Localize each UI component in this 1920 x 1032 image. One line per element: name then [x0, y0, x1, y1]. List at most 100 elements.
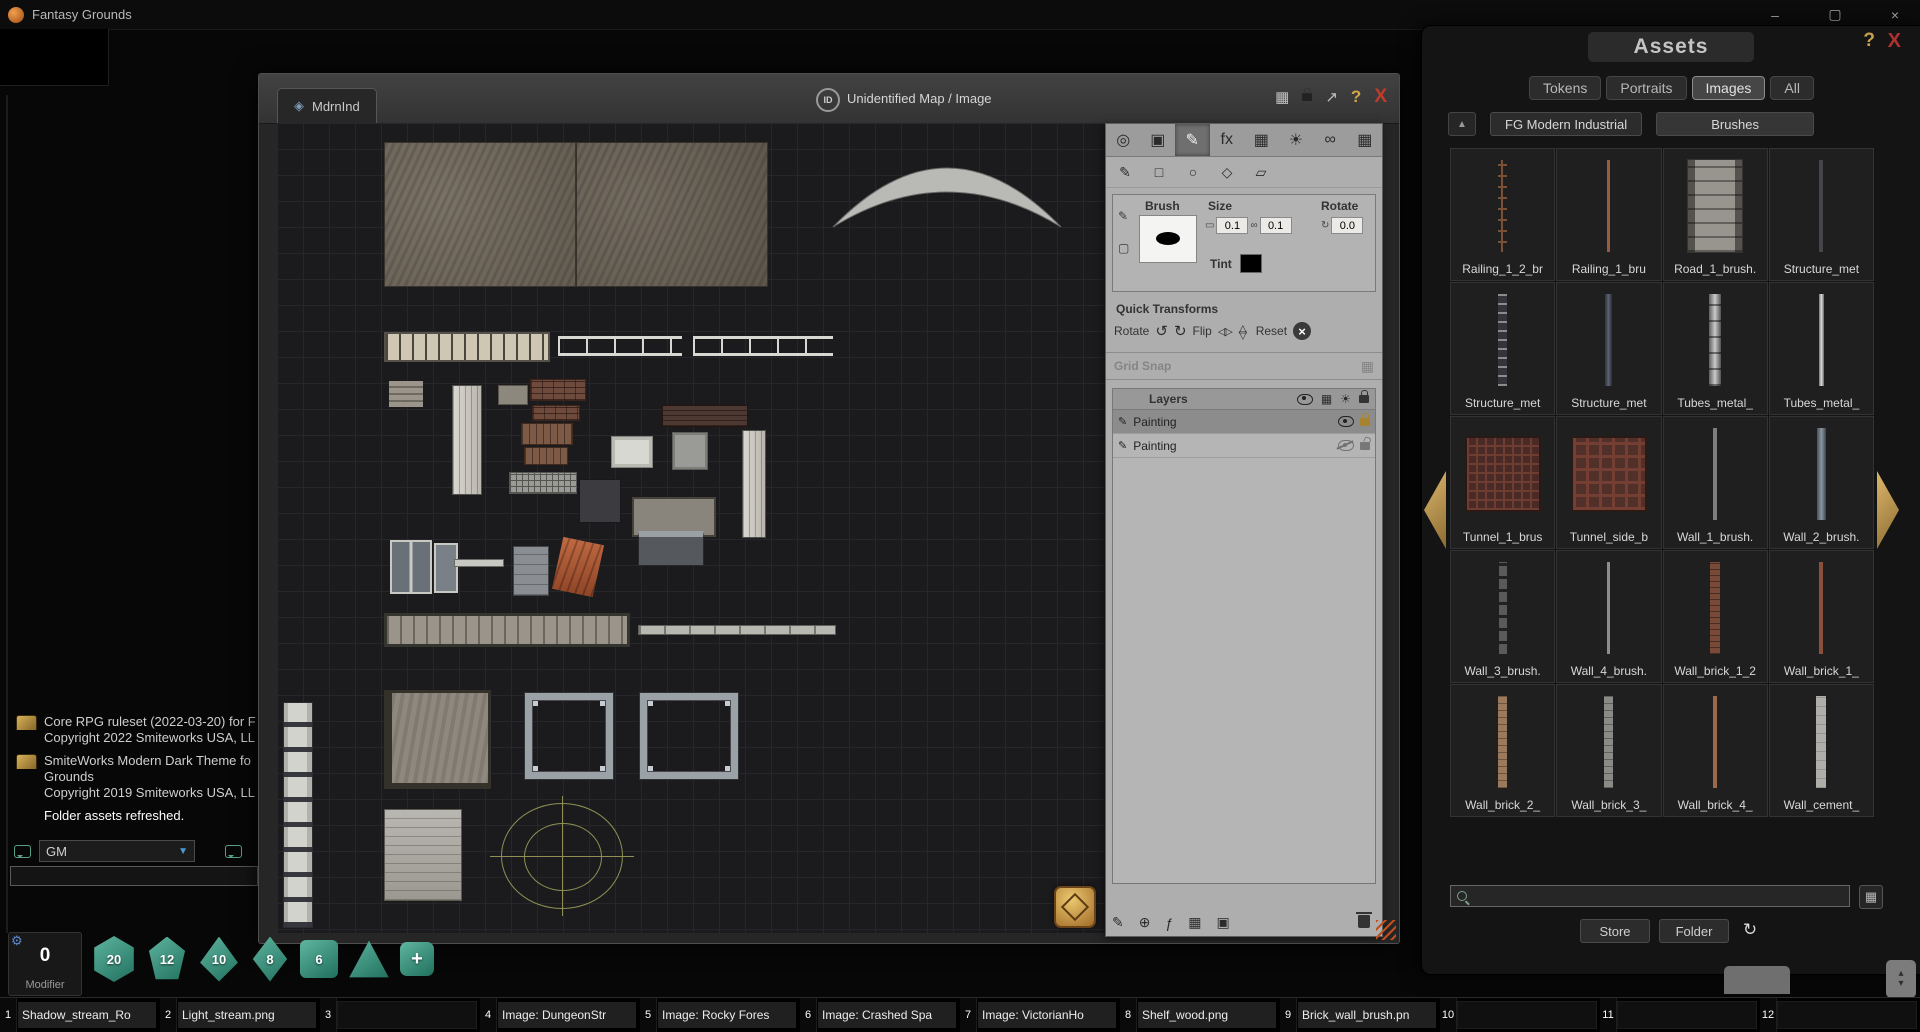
- layer-lock-icon[interactable]: [1360, 442, 1370, 450]
- rotate-cw-icon[interactable]: ↻: [1174, 322, 1187, 340]
- flip-horizontal-icon[interactable]: ◁▷: [1218, 325, 1231, 338]
- maximize-button[interactable]: ▢: [1820, 6, 1850, 23]
- asset-tile[interactable]: Structure_met: [1450, 282, 1555, 415]
- folder-up-button[interactable]: ▲: [1448, 112, 1476, 136]
- layer-row[interactable]: ✎ Painting: [1113, 410, 1375, 434]
- subfolder-brushes-button[interactable]: Brushes: [1656, 112, 1814, 136]
- hotkey-slot[interactable]: 7 Image: VictorianHo: [960, 998, 1120, 1032]
- d10-die[interactable]: 10: [198, 937, 240, 982]
- light-icon[interactable]: ☀: [1340, 392, 1351, 406]
- layers-mode-icon[interactable]: ▣: [1141, 124, 1176, 156]
- scroll-control[interactable]: ▴▾: [1886, 960, 1916, 998]
- asset-tile[interactable]: Wall_3_brush.: [1450, 550, 1555, 683]
- grid-mode-icon[interactable]: ▦: [1348, 124, 1383, 156]
- hotkey-slot[interactable]: 9 Brick_wall_brush.pn: [1280, 998, 1440, 1032]
- asset-tile[interactable]: Structure_met: [1769, 148, 1874, 281]
- eraser-tool-icon[interactable]: ▱: [1246, 160, 1276, 184]
- tiles-mode-icon[interactable]: ▦: [1244, 124, 1279, 156]
- asset-tile[interactable]: Structure_met: [1556, 282, 1661, 415]
- layer-lock-icon[interactable]: [1360, 418, 1370, 426]
- duplicate-layer-icon[interactable]: ▣: [1217, 914, 1230, 931]
- help-button[interactable]: ?: [1351, 87, 1361, 107]
- hotkey-slot[interactable]: 4 Image: DungeonStr: [480, 998, 640, 1032]
- delete-layer-icon[interactable]: [1358, 915, 1370, 928]
- d4-die[interactable]: [348, 939, 390, 979]
- asset-tile[interactable]: Wall_brick_4_: [1663, 684, 1768, 817]
- assets-tab[interactable]: Images: [1692, 76, 1766, 100]
- hotkey-slot[interactable]: 3: [320, 998, 480, 1032]
- store-button[interactable]: Store: [1580, 919, 1650, 943]
- folder-button[interactable]: Folder: [1659, 919, 1729, 943]
- close-window-button[interactable]: X: [1374, 86, 1387, 108]
- d8-die[interactable]: 8: [250, 937, 290, 982]
- asset-tile[interactable]: Wall_2_brush.: [1769, 416, 1874, 549]
- speaker-dropdown[interactable]: GM ▼: [39, 840, 195, 862]
- d6-die[interactable]: 6: [300, 940, 338, 978]
- window-resize-grip[interactable]: [1376, 920, 1396, 940]
- hotkey-slot[interactable]: 5 Image: Rocky Fores: [640, 998, 800, 1032]
- brush-rotation-input[interactable]: [1331, 217, 1363, 234]
- effects-mode-icon[interactable]: fx: [1210, 124, 1245, 156]
- page-left-arrow[interactable]: [1424, 471, 1446, 549]
- grid-snap-row[interactable]: Grid Snap ▦: [1106, 352, 1382, 380]
- freehand-tool-icon[interactable]: ✎: [1110, 160, 1140, 184]
- rotate-ccw-icon[interactable]: ↺: [1155, 322, 1168, 340]
- tint-color-swatch[interactable]: [1240, 254, 1262, 273]
- hotkey-icon[interactable]: ▦: [1275, 88, 1289, 106]
- new-image-layer-icon[interactable]: ▦: [1188, 914, 1201, 931]
- lock-icon[interactable]: [1302, 93, 1312, 101]
- lighting-mode-icon[interactable]: ☀: [1279, 124, 1314, 156]
- paint-mode-icon[interactable]: ✎: [1175, 124, 1210, 156]
- rectangle-tool-icon[interactable]: □: [1144, 160, 1174, 184]
- new-effect-icon[interactable]: ƒ: [1165, 915, 1173, 931]
- layer-row[interactable]: ✎ Painting: [1113, 434, 1375, 458]
- expand-icon[interactable]: ↗: [1325, 88, 1338, 106]
- current-folder-button[interactable]: FG Modern Industrial: [1490, 112, 1642, 136]
- asset-tile[interactable]: Tunnel_side_b: [1556, 416, 1661, 549]
- add-die-button[interactable]: +: [400, 942, 434, 976]
- mask-mode-icon[interactable]: ∞: [1313, 124, 1348, 156]
- hotkey-slot[interactable]: 12: [1760, 998, 1920, 1032]
- asset-tile[interactable]: Wall_brick_1_: [1769, 550, 1874, 683]
- page-right-arrow[interactable]: [1877, 471, 1899, 549]
- toggle-all-visibility-icon[interactable]: [1297, 394, 1313, 405]
- grid-view-toggle[interactable]: ▦: [1859, 885, 1883, 909]
- asset-tile[interactable]: Wall_4_brush.: [1556, 550, 1661, 683]
- asset-tile[interactable]: Wall_brick_3_: [1556, 684, 1661, 817]
- asset-tile[interactable]: Tunnel_1_brus: [1450, 416, 1555, 549]
- reset-button[interactable]: ×: [1293, 322, 1311, 340]
- asset-tile[interactable]: Wall_brick_1_2: [1663, 550, 1768, 683]
- new-paint-layer-icon[interactable]: ✎: [1112, 914, 1124, 931]
- polygon-tool-icon[interactable]: ◇: [1212, 160, 1242, 184]
- minimize-button[interactable]: –: [1760, 7, 1790, 23]
- hotkey-slot[interactable]: 8 Shelf_wood.png: [1120, 998, 1280, 1032]
- modifier-box[interactable]: ⚙ 0 Modifier: [8, 932, 82, 996]
- refresh-icon[interactable]: ↻: [1738, 919, 1762, 941]
- lock-all-icon[interactable]: [1359, 395, 1369, 403]
- flip-vertical-icon[interactable]: ◁▷: [1237, 325, 1250, 338]
- layer-visibility-icon[interactable]: [1338, 440, 1354, 451]
- tab-mdrnind[interactable]: ◈ MdrnInd: [277, 88, 377, 123]
- asset-tile[interactable]: Railing_1_bru: [1556, 148, 1661, 281]
- close-panel-button[interactable]: X: [1888, 30, 1901, 53]
- hotkey-slot[interactable]: 11: [1600, 998, 1760, 1032]
- asset-tile[interactable]: Road_1_brush.: [1663, 148, 1768, 281]
- d12-die[interactable]: 12: [146, 937, 188, 982]
- hotkey-slot[interactable]: 1 Shadow_stream_Ro: [0, 998, 160, 1032]
- chat-input[interactable]: [10, 866, 258, 886]
- assets-tab[interactable]: All: [1770, 76, 1814, 100]
- help-button[interactable]: ?: [1863, 30, 1875, 52]
- asset-tile[interactable]: Railing_1_2_br: [1450, 148, 1555, 281]
- hotkey-slot[interactable]: 6 Image: Crashed Spa: [800, 998, 960, 1032]
- brush-stroke-icon[interactable]: ✎: [1118, 209, 1129, 223]
- brush-size-y-input[interactable]: [1260, 217, 1292, 234]
- assets-tab[interactable]: Portraits: [1606, 76, 1686, 100]
- asset-tile[interactable]: Wall_1_brush.: [1663, 416, 1768, 549]
- hotkey-slot[interactable]: 2 Light_stream.png: [160, 998, 320, 1032]
- asset-tile[interactable]: Tubes_metal_: [1663, 282, 1768, 415]
- assets-tab[interactable]: Tokens: [1529, 76, 1601, 100]
- brush-size-x-input[interactable]: [1216, 217, 1248, 234]
- asset-tile[interactable]: Tubes_metal_: [1769, 282, 1874, 415]
- asset-tile[interactable]: Wall_brick_2_: [1450, 684, 1555, 817]
- close-button[interactable]: ×: [1880, 7, 1910, 23]
